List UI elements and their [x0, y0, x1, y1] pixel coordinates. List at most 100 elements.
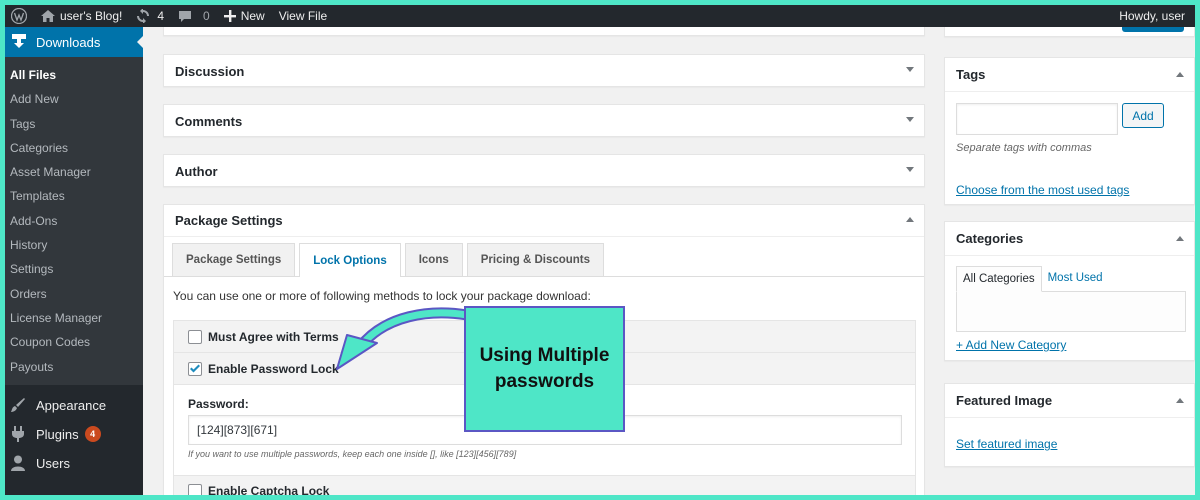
- author-header[interactable]: Author: [164, 155, 924, 187]
- captcha-lock-label: Enable Captcha Lock: [208, 484, 330, 495]
- plugin-icon: [12, 426, 24, 443]
- box-title: Featured Image: [956, 393, 1053, 408]
- tab-icons[interactable]: Icons: [404, 243, 463, 276]
- package-tabs: Package Settings Lock Options Icons Pric…: [172, 243, 608, 277]
- toggle-arrow-icon[interactable]: [906, 217, 914, 222]
- updates-link[interactable]: 4: [136, 9, 164, 23]
- discussion-header[interactable]: Discussion: [164, 55, 924, 87]
- sidebar-item-label: Users: [36, 455, 70, 471]
- app-frame: user's Blog! 4 0 New View File Howdy, us…: [5, 5, 1195, 495]
- box-title: Discussion: [175, 63, 245, 79]
- submenu-asset-manager[interactable]: Asset Manager: [5, 160, 143, 184]
- toggle-arrow-icon[interactable]: [1176, 236, 1184, 241]
- box-title: Comments: [175, 113, 243, 129]
- downloads-submenu: All Files Add New Tags Categories Asset …: [5, 57, 143, 385]
- add-tag-button[interactable]: Add: [1122, 103, 1164, 128]
- tag-hint: Separate tags with commas: [956, 142, 1092, 154]
- user-icon: [11, 455, 25, 472]
- author-box: Author: [163, 154, 925, 187]
- box-title: Package Settings: [175, 213, 283, 228]
- new-content-link[interactable]: New: [223, 9, 265, 23]
- paintbrush-icon: [11, 398, 25, 413]
- captcha-lock-checkbox[interactable]: [188, 484, 202, 495]
- categories-header[interactable]: Categories: [945, 222, 1194, 256]
- admin-bar: user's Blog! 4 0 New View File Howdy, us…: [5, 5, 1195, 27]
- toggle-arrow-icon[interactable]: [1176, 398, 1184, 403]
- add-category-link[interactable]: + Add New Category: [956, 336, 1066, 354]
- howdy-user-link[interactable]: Howdy, user: [1119, 5, 1185, 27]
- submenu-tags[interactable]: Tags: [5, 112, 143, 136]
- annotation-text: Using Multiple passwords: [479, 345, 610, 392]
- submenu-add-new[interactable]: Add New: [5, 87, 143, 111]
- must-agree-checkbox[interactable]: [188, 329, 202, 344]
- tags-header[interactable]: Tags: [945, 58, 1194, 92]
- sidebar-item-downloads[interactable]: Downloads: [5, 27, 144, 57]
- annotation-callout: Using Multiple passwords: [464, 306, 625, 432]
- password-value: [124][873][671]: [197, 423, 278, 437]
- tag-input[interactable]: [956, 103, 1118, 135]
- new-label: New: [240, 9, 265, 23]
- featured-image-box: Featured Image Set featured image: [944, 383, 1195, 467]
- set-featured-image-link[interactable]: Set featured image: [956, 435, 1057, 453]
- toggle-arrow-icon[interactable]: [906, 167, 914, 172]
- choose-tags-text: Choose from the most used tags: [956, 183, 1130, 197]
- toggle-arrow-icon[interactable]: [906, 67, 914, 72]
- captcha-lock-row: Enable Captcha Lock: [174, 475, 915, 495]
- callout-arrow-icon: [336, 307, 473, 370]
- comments-link[interactable]: 0: [178, 9, 210, 23]
- refresh-icon: [137, 9, 150, 23]
- updates-count: 4: [157, 9, 165, 23]
- sidebar-item-users[interactable]: Users: [5, 449, 143, 478]
- comments-header[interactable]: Comments: [164, 105, 924, 137]
- box-title: Tags: [956, 67, 986, 82]
- admin-sidebar: Downloads All Files Add New Tags Categor…: [5, 27, 144, 495]
- submenu-orders[interactable]: Orders: [5, 282, 143, 306]
- choose-tags-link[interactable]: Choose from the most used tags: [956, 181, 1129, 199]
- category-checklist[interactable]: [956, 291, 1186, 332]
- password-lock-checkbox[interactable]: [188, 361, 202, 376]
- category-tabs: All Categories Most Used: [956, 266, 1109, 292]
- plus-icon: [223, 10, 236, 22]
- tab-package-settings[interactable]: Package Settings: [172, 243, 296, 276]
- checkmark-icon: [190, 364, 200, 372]
- tab-all-categories[interactable]: All Categories: [956, 266, 1042, 292]
- sidebar-item-label: Downloads: [36, 34, 101, 50]
- home-icon: [41, 10, 55, 22]
- sidebar-item-label: Appearance: [36, 397, 107, 413]
- featured-image-header[interactable]: Featured Image: [945, 384, 1194, 418]
- password-lock-label: Enable Password Lock: [208, 361, 339, 376]
- categories-box: Categories All Categories Most Used + Ad…: [944, 221, 1195, 361]
- tab-most-used[interactable]: Most Used: [1042, 266, 1109, 292]
- wordpress-logo-icon[interactable]: [9, 6, 29, 26]
- view-file-link[interactable]: View File: [279, 9, 327, 23]
- tab-pricing-discounts[interactable]: Pricing & Discounts: [466, 243, 605, 276]
- tags-box: Tags Add Separate tags with commas Choos…: [944, 57, 1195, 205]
- submenu-license-manager[interactable]: License Manager: [5, 306, 143, 330]
- submenu-payouts[interactable]: Payouts: [5, 355, 143, 379]
- site-name-link[interactable]: user's Blog!: [41, 9, 122, 23]
- plugins-update-badge: 4: [84, 426, 101, 443]
- add-category-text: + Add New Category: [956, 338, 1067, 352]
- submenu-add-ons[interactable]: Add-Ons: [5, 209, 143, 233]
- comments-box: Comments: [163, 104, 925, 137]
- submenu-history[interactable]: History: [5, 233, 143, 257]
- box-title: Categories: [956, 231, 1024, 246]
- submenu-settings[interactable]: Settings: [5, 257, 143, 281]
- package-settings-header[interactable]: Package Settings: [164, 205, 924, 237]
- toggle-arrow-icon[interactable]: [906, 117, 914, 122]
- tab-lock-options[interactable]: Lock Options: [299, 243, 401, 277]
- publish-box-partial: [944, 27, 1195, 37]
- update-button-partial[interactable]: [1122, 27, 1184, 32]
- submenu-coupon-codes[interactable]: Coupon Codes: [5, 330, 143, 354]
- sidebar-item-plugins[interactable]: Plugins 4: [5, 420, 143, 449]
- comment-bubble-icon: [179, 10, 192, 22]
- howdy-label: Howdy, user: [1119, 9, 1185, 23]
- toggle-arrow-icon[interactable]: [1176, 72, 1184, 77]
- submenu-all-files[interactable]: All Files: [5, 63, 143, 87]
- discussion-box: Discussion: [163, 54, 925, 87]
- submenu-categories[interactable]: Categories: [5, 136, 143, 160]
- tab-divider: [164, 276, 924, 277]
- download-icon: [12, 34, 26, 48]
- sidebar-item-appearance[interactable]: Appearance: [5, 391, 143, 420]
- submenu-templates[interactable]: Templates: [5, 184, 143, 208]
